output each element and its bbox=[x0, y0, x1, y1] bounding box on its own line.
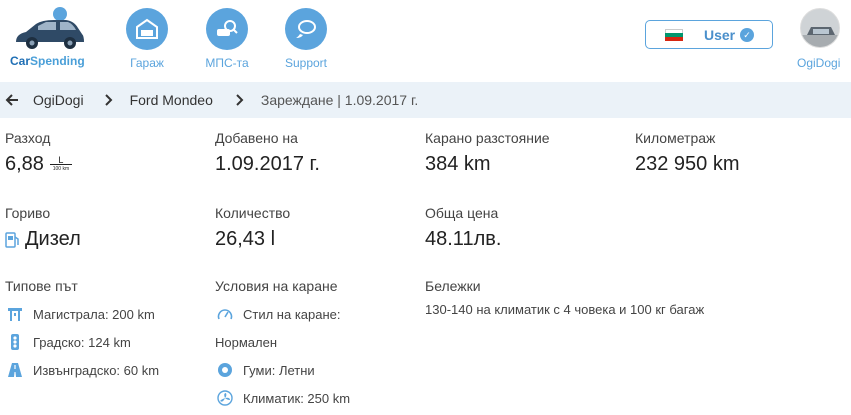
nav-garage-label: Гараж bbox=[130, 56, 164, 70]
nav-support-label: Support bbox=[284, 56, 328, 70]
breadcrumb-current: Зареждане | 1.09.2017 г. bbox=[260, 92, 419, 108]
ac-row: Климатик: 250 km bbox=[215, 384, 350, 412]
conditions-label: Условия на каране bbox=[215, 278, 338, 294]
breadcrumb: OgiDogi Ford Mondeo Зареждане | 1.09.201… bbox=[0, 82, 851, 118]
total-block: Обща цена 48.11лв. bbox=[425, 205, 501, 251]
vehicle-search-icon bbox=[206, 8, 248, 50]
road-highway: Магистрала: 200 km bbox=[5, 300, 159, 328]
chevron-right-icon bbox=[104, 93, 114, 107]
distance-block: Карано разстояние 384 km bbox=[425, 130, 550, 176]
nav-support[interactable]: Support bbox=[271, 8, 341, 74]
unit-bottom: 100 km bbox=[52, 166, 70, 172]
traffic-light-icon bbox=[5, 333, 25, 351]
road-icon bbox=[5, 362, 25, 378]
unit-fraction: L 100 km bbox=[49, 155, 72, 173]
consumption-value: 6,88 bbox=[5, 153, 44, 175]
notes-value: 130-140 на климатик с 4 човека и 100 кг … bbox=[425, 302, 705, 317]
quantity-block: Количество 26,43 l bbox=[215, 205, 290, 251]
consumption-value-row: 6,88 L 100 km bbox=[5, 153, 72, 176]
nav-vehicles[interactable]: МПС-та bbox=[192, 8, 262, 74]
back-arrow-icon[interactable] bbox=[5, 93, 19, 107]
garage-icon bbox=[126, 8, 168, 50]
speedometer-icon bbox=[215, 307, 235, 321]
total-value: 48.11лв. bbox=[425, 228, 502, 250]
road-rural: Извънградско: 60 km bbox=[5, 356, 159, 384]
chevron-right-icon bbox=[235, 93, 245, 107]
added-label: Добавено на bbox=[215, 130, 298, 146]
unit-top: L bbox=[58, 155, 64, 165]
logo-label-spending: Spending bbox=[30, 54, 85, 68]
quantity-value: 26,43 l bbox=[215, 228, 276, 250]
fuel-block: Гориво Дизел bbox=[5, 205, 81, 251]
notes-block: Бележки 130-140 на климатик с 4 човека и… bbox=[425, 278, 704, 317]
road-city: Градско: 124 km bbox=[5, 328, 159, 356]
breadcrumb-car[interactable]: Ford Mondeo bbox=[130, 92, 213, 108]
fan-icon bbox=[215, 390, 235, 406]
logo-label-car: Car bbox=[10, 54, 31, 68]
road-types-block: Типове път Магистрала: 200 km Градско: 1… bbox=[5, 278, 159, 384]
top-header: CarSpending Гараж МПС-та Support User ✓ … bbox=[0, 0, 851, 80]
car-logo-icon bbox=[16, 7, 84, 49]
odometer-value: 232 950 km bbox=[635, 153, 740, 175]
driving-style-value: Нормален bbox=[215, 334, 278, 350]
logo-label[interactable]: CarSpending bbox=[10, 54, 85, 68]
ac-text: Климатик: 250 km bbox=[243, 390, 351, 406]
added-value: 1.09.2017 г. bbox=[215, 153, 320, 175]
user-language-dropdown[interactable]: User ✓ bbox=[645, 20, 773, 49]
fuel-value-row: Дизел bbox=[5, 228, 81, 251]
tires-text: Гуми: Летни bbox=[243, 362, 315, 378]
quantity-label: Количество bbox=[215, 205, 291, 221]
consumption-block: Разход 6,88 L 100 km bbox=[5, 130, 72, 176]
avatar-name[interactable]: OgiDogi bbox=[797, 56, 840, 70]
avatar[interactable] bbox=[800, 8, 840, 48]
chevron-down-icon: ✓ bbox=[740, 28, 754, 42]
driving-style-label: Стил на каране: bbox=[243, 306, 341, 322]
highway-icon bbox=[5, 306, 25, 322]
nav-garage[interactable]: Гараж bbox=[112, 8, 182, 74]
bulgarian-flag-icon bbox=[665, 28, 683, 41]
fuel-pump-icon bbox=[5, 231, 19, 249]
fuel-value: Дизел bbox=[25, 228, 81, 250]
distance-label: Карано разстояние bbox=[425, 130, 550, 146]
road-highway-text: Магистрала: 200 km bbox=[33, 306, 155, 322]
conditions-block: Условия на каране Стил на каране: Нормал… bbox=[215, 278, 350, 412]
road-city-text: Градско: 124 km bbox=[33, 334, 131, 350]
support-chat-icon bbox=[285, 8, 327, 50]
added-block: Добавено на 1.09.2017 г. bbox=[215, 130, 320, 176]
nav-vehicles-label: МПС-та bbox=[205, 56, 249, 70]
road-rural-text: Извънградско: 60 km bbox=[33, 362, 160, 378]
odometer-label: Километраж bbox=[635, 130, 716, 146]
road-types-label: Типове път bbox=[5, 278, 78, 294]
tires-row: Гуми: Летни bbox=[215, 356, 350, 384]
user-label: User bbox=[704, 26, 736, 43]
total-label: Обща цена bbox=[425, 205, 499, 221]
driving-style-row: Стил на каране: bbox=[215, 300, 350, 328]
fuel-label: Гориво bbox=[5, 205, 51, 221]
tire-icon bbox=[215, 362, 235, 378]
odometer-block: Километраж 232 950 km bbox=[635, 130, 740, 176]
breadcrumb-user[interactable]: OgiDogi bbox=[33, 92, 84, 108]
notes-label: Бележки bbox=[425, 278, 481, 294]
distance-value: 384 km bbox=[425, 153, 491, 175]
consumption-label: Разход bbox=[5, 130, 51, 146]
